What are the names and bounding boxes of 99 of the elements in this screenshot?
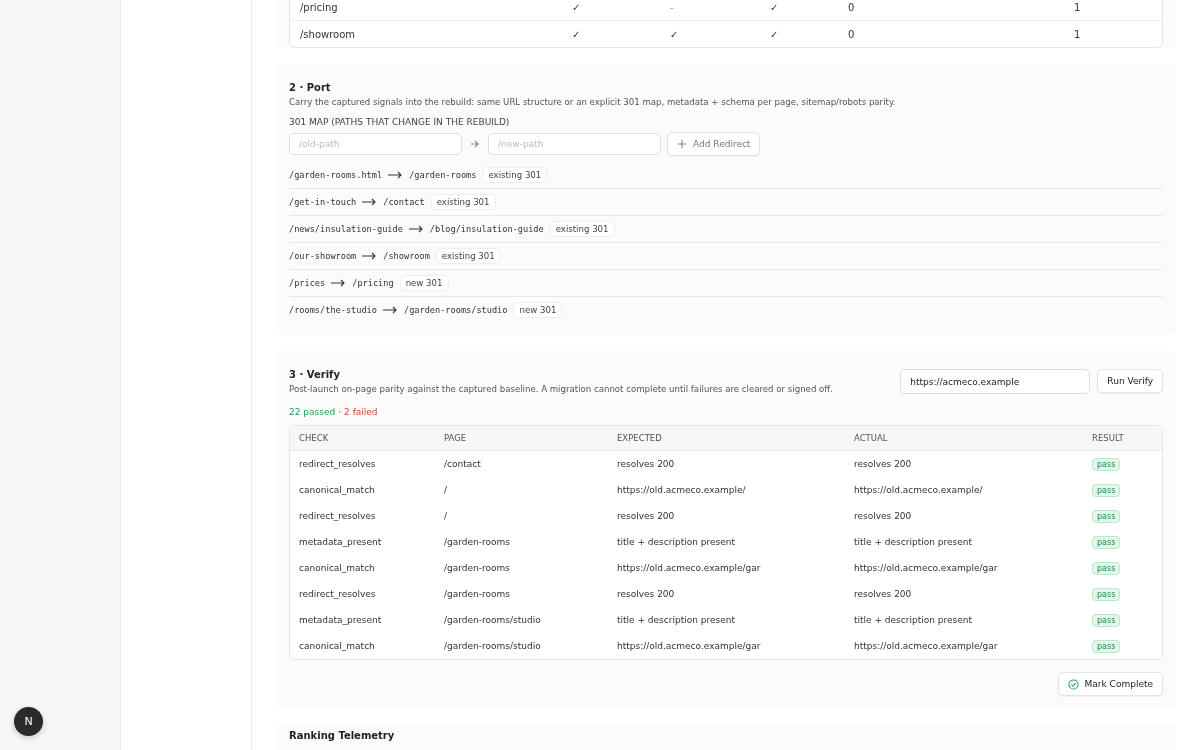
- table-cell-text: resolves 200: [617, 459, 676, 469]
- arrow-icon: [362, 198, 378, 206]
- result-badge: pass: [1092, 640, 1121, 653]
- section-title: 3 · Verify: [289, 369, 341, 380]
- result-badge: pass: [1092, 510, 1121, 523]
- new-path-field[interactable]: /new-path: [488, 133, 661, 155]
- redirect-path: /rooms/the-studio: [289, 305, 377, 315]
- redirect-path: /garden-rooms/studio: [403, 305, 508, 315]
- table-cell-text: /: [444, 485, 449, 495]
- table-cell-text: https://old.acmeco.example/: [854, 485, 984, 495]
- redirect-tag: existing 301: [430, 194, 496, 210]
- arrow-icon: [408, 225, 424, 233]
- map-label: 301 MAP (PATHS THAT CHANGE IN THE REBUILD): [289, 117, 511, 127]
- redirect-path: /our-showroom: [289, 251, 357, 261]
- redirect-path: /garden-rooms.html: [289, 170, 383, 180]
- arrow-icon: [331, 279, 347, 287]
- table-cell-text: 1: [1074, 28, 1082, 40]
- column-header: ACTUAL: [854, 433, 889, 443]
- table-cell-text: canonical_match: [299, 641, 376, 651]
- table-cell-text: title + description present: [854, 537, 973, 547]
- column-header: RESULT: [1092, 433, 1125, 443]
- redirect-path: /prices: [289, 278, 326, 288]
- redirect-tag: existing 301: [435, 248, 501, 264]
- table-cell-text: /garden-rooms: [444, 563, 511, 573]
- table-cell-text: /garden-rooms: [444, 537, 511, 547]
- table-cell-text: 1: [1074, 1, 1082, 13]
- result-badge: pass: [1092, 588, 1121, 601]
- arrow-icon: [362, 252, 378, 260]
- redirect-path: /pricing: [352, 278, 394, 288]
- table-cell-text: title + description present: [854, 615, 973, 625]
- column-header: EXPECTED: [617, 433, 663, 443]
- check-icon: ✓: [572, 1, 581, 13]
- result-badge: pass: [1092, 484, 1121, 497]
- redirect-path: /garden-rooms: [409, 170, 477, 180]
- redirect-tag: new 301: [399, 275, 449, 291]
- table-cell-text: redirect_resolves: [299, 589, 377, 599]
- redirect-path: /get-in-touch: [289, 197, 357, 207]
- table-cell-text: canonical_match: [299, 485, 376, 495]
- table-cell-text: /showroom: [299, 28, 357, 40]
- table-cell-text: https://old.acmeco.example/gar: [617, 641, 762, 651]
- table-cell-text: https://old.acmeco.example/: [617, 485, 747, 495]
- table-cell-text: resolves 200: [854, 589, 913, 599]
- section-title: 2 · Port: [289, 82, 332, 93]
- table-cell-text: title + description present: [617, 537, 736, 547]
- passed-count: 22 passed: [289, 407, 336, 417]
- table-cell-text: resolves 200: [854, 511, 913, 521]
- column-header: PAGE: [444, 433, 468, 443]
- separator: ·: [338, 407, 342, 417]
- arrow-icon: [382, 306, 398, 314]
- dash-icon: -: [670, 1, 674, 13]
- table-cell-text: 0: [848, 28, 856, 40]
- table-cell-text: resolves 200: [854, 459, 913, 469]
- result-badge: pass: [1092, 562, 1121, 575]
- plus-icon: [677, 139, 687, 149]
- table-cell-text: canonical_match: [299, 563, 376, 573]
- table-cell-text: metadata_present: [299, 537, 383, 547]
- check-icon: ✓: [770, 28, 779, 40]
- result-badge: pass: [1092, 536, 1121, 549]
- add-redirect-button[interactable]: Add Redirect: [667, 132, 761, 156]
- redirect-tag: new 301: [513, 302, 563, 318]
- mark-complete-button[interactable]: Mark Complete: [1057, 672, 1163, 696]
- table-cell-text: https://old.acmeco.example/gar: [617, 563, 762, 573]
- check-icon: ✓: [770, 1, 779, 13]
- result-badge: pass: [1092, 614, 1121, 627]
- check-circle-icon: [1067, 678, 1079, 690]
- run-verify-button[interactable]: Run Verify: [1097, 369, 1163, 393]
- table-cell-text: https://old.acmeco.example/gar: [854, 563, 999, 573]
- table-cell-text: https://old.acmeco.example/gar: [854, 641, 999, 651]
- arrow-icon: [470, 139, 480, 149]
- result-badge: pass: [1092, 458, 1121, 471]
- table-cell-text: /pricing: [299, 1, 339, 13]
- column-header: CHECK: [299, 433, 330, 443]
- table-cell-text: title + description present: [617, 615, 736, 625]
- arrow-icon: [388, 171, 404, 179]
- redirect-path: /blog/insulation-guide: [429, 224, 544, 234]
- failed-count: 2 failed: [344, 407, 378, 417]
- table-cell-text: 0: [848, 1, 856, 13]
- section-description: Carry the captured signals into the rebuild: same URL structure or an explicit 301 map, metadata + schema per page, sitemap/robots parity.: [289, 97, 897, 107]
- table-cell-text: /: [444, 511, 449, 521]
- check-icon: ✓: [572, 28, 581, 40]
- redirect-path: /contact: [383, 197, 425, 207]
- table-cell-text: /contact: [444, 459, 482, 469]
- table-cell-text: resolves 200: [617, 589, 676, 599]
- table-cell-text: /garden-rooms: [444, 589, 511, 599]
- table-cell-text: resolves 200: [617, 511, 676, 521]
- table-cell-text: /garden-rooms/studio: [444, 641, 542, 651]
- table-cell-text: /garden-rooms/studio: [444, 615, 542, 625]
- section-title: Ranking Telemetry: [289, 730, 396, 741]
- redirect-tag: existing 301: [482, 167, 548, 183]
- redirect-path: /showroom: [383, 251, 430, 261]
- redirect-path: /news/insulation-guide: [289, 224, 403, 234]
- redirect-tag: existing 301: [549, 221, 615, 237]
- table-cell-text: redirect_resolves: [299, 459, 377, 469]
- table-cell-text: metadata_present: [299, 615, 383, 625]
- table-cell-text: redirect_resolves: [299, 511, 377, 521]
- section-description: Post-launch on-page parity against the captured baseline. A migration cannot complete until failures are cleared or signed off.: [289, 384, 834, 394]
- old-path-field[interactable]: /old-path: [289, 133, 462, 155]
- check-icon: ✓: [670, 28, 679, 40]
- url-field[interactable]: https://acmeco.example: [900, 369, 1091, 394]
